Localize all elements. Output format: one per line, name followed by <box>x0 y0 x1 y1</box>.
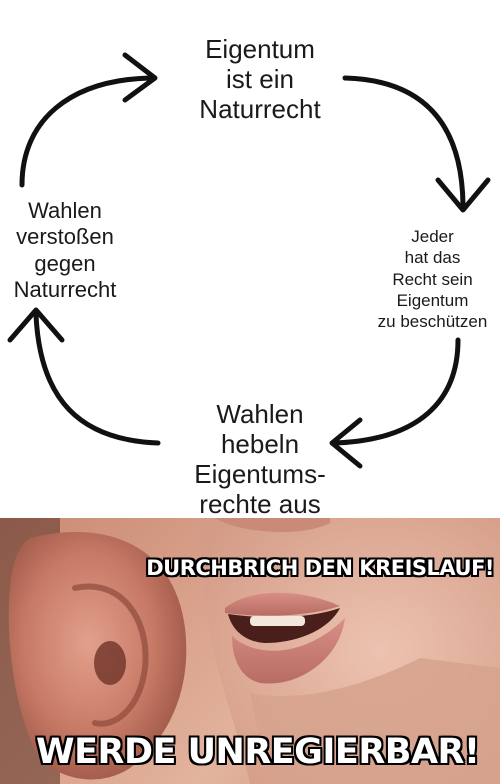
node-right-line-1: Jeder <box>411 227 454 246</box>
node-right-line-2: hat das <box>404 248 461 268</box>
ear-canal <box>94 641 126 685</box>
node-left-line-2: verstoßen <box>16 224 114 250</box>
caption-top: DURCHBRICH DEN KREISLAUF! <box>146 556 494 580</box>
node-left-line-1: Wahlen <box>28 198 102 223</box>
cycle-node-bottom: Wahlen hebeln Eigentums- rechte aus <box>160 399 360 520</box>
node-bottom-line-2: hebeln <box>220 428 300 459</box>
node-top-line-3: Naturrecht <box>199 93 321 124</box>
node-left-line-3: gegen <box>34 250 96 276</box>
cycle-node-top: Eigentum ist ein Naturrecht <box>180 34 340 125</box>
node-left-line-4: Naturrecht <box>13 277 117 303</box>
node-bottom-line-4: rechte aus <box>199 488 321 519</box>
node-top-line-2: ist ein <box>226 63 294 94</box>
cycle-diagram: Eigentum ist ein Naturrecht Jeder hat da… <box>0 0 500 520</box>
node-right-line-3: Recht sein <box>392 269 473 289</box>
node-right-line-5: zu beschützen <box>377 312 488 331</box>
caption-bottom: WERDE UNREGIERBAR! <box>36 732 480 772</box>
teeth <box>250 616 305 626</box>
node-top-line-1: Eigentum <box>205 34 315 64</box>
cycle-node-right: Jeder hat das Recht sein Eigentum zu bes… <box>360 226 500 332</box>
node-bottom-line-1: Wahlen <box>216 399 304 429</box>
node-bottom-line-3: Eigentums- <box>194 458 326 489</box>
whisper-photo: DURCHBRICH DEN KREISLAUF! WERDE UNREGIER… <box>0 518 500 784</box>
cycle-node-left: Wahlen verstoßen gegen Naturrecht <box>0 198 130 304</box>
node-right-line-4: Eigentum <box>396 290 469 310</box>
